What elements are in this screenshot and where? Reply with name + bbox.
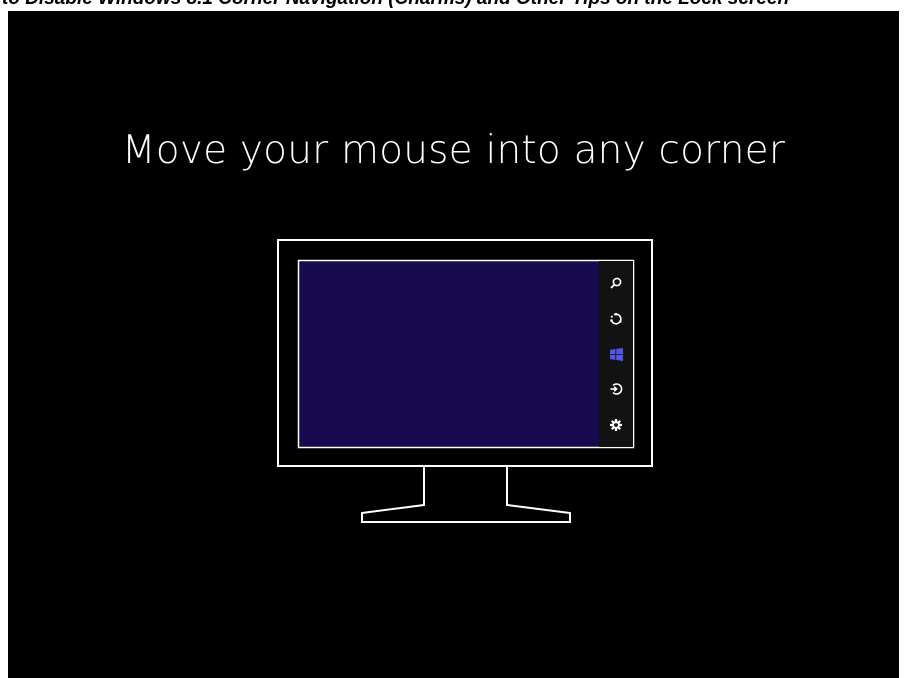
share-icon[interactable]: [608, 311, 624, 327]
tutorial-screen: Move your mouse into any corner: [8, 11, 899, 678]
monitor-illustration: [277, 239, 653, 523]
windows-logo-icon[interactable]: [608, 346, 624, 362]
monitor-display: [297, 259, 635, 449]
monitor-stand: [361, 467, 571, 523]
devices-icon[interactable]: [608, 381, 624, 397]
search-icon[interactable]: [608, 275, 624, 291]
page-caption: to Disable Windows 8.1 Corner Navigation…: [0, 0, 906, 9]
settings-icon[interactable]: [608, 417, 624, 433]
